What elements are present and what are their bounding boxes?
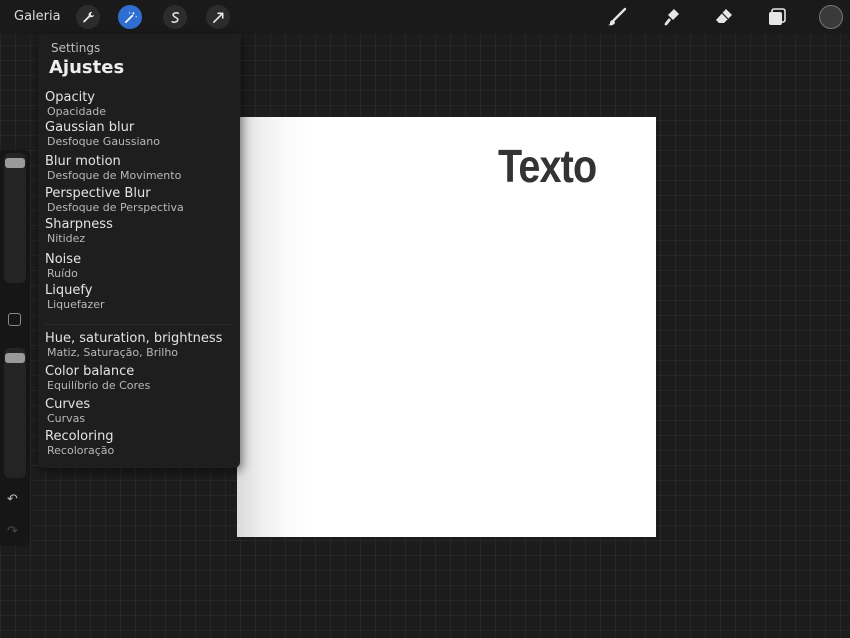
brush-icon[interactable] xyxy=(606,6,628,28)
layers-icon[interactable] xyxy=(766,6,788,28)
item-subtitle: Matiz, Saturação, Brilho xyxy=(47,346,179,359)
top-toolbar: Galeria xyxy=(0,0,850,34)
item-title: Curves xyxy=(45,397,91,412)
item-title: Opacity xyxy=(45,90,96,105)
brush-size-slider[interactable] xyxy=(4,153,26,283)
item-title: Blur motion xyxy=(45,154,121,169)
item-subtitle: Opacidade xyxy=(47,105,106,118)
brush-size-slider-thumb[interactable] xyxy=(5,158,25,168)
item-subtitle: Curvas xyxy=(47,412,86,425)
panel-divider xyxy=(45,324,233,325)
undo-icon[interactable]: ↶ xyxy=(7,492,18,507)
adjustments-panel: Settings Ajustes Opacity Opacidade Gauss… xyxy=(38,34,240,468)
panel-subtitle: Settings xyxy=(51,41,101,55)
item-subtitle: Equilíbrio de Cores xyxy=(47,379,151,392)
modify-button[interactable] xyxy=(8,313,21,326)
item-subtitle: Desfoque de Movimento xyxy=(47,169,182,182)
adjustment-blur-motion[interactable]: Blur motion Desfoque de Movimento xyxy=(45,154,182,183)
canvas-text-layer: Texto xyxy=(498,140,597,192)
item-title: Hue, saturation, brightness xyxy=(45,331,223,346)
item-title: Noise xyxy=(45,252,82,267)
canvas[interactable]: Texto xyxy=(237,117,656,537)
item-subtitle: Ruído xyxy=(47,267,78,280)
selection-icon xyxy=(170,11,179,23)
actions-wrench-button[interactable] xyxy=(76,5,100,29)
item-title: Color balance xyxy=(45,364,135,379)
smudge-icon[interactable] xyxy=(661,6,683,28)
item-title: Recoloring xyxy=(45,429,114,444)
item-subtitle: Nitidez xyxy=(47,232,86,245)
item-title: Sharpness xyxy=(45,217,113,232)
adjustment-sharpness[interactable]: Sharpness Nitidez xyxy=(45,217,113,246)
item-subtitle: Desfoque de Perspectiva xyxy=(47,201,184,214)
gallery-button[interactable]: Galeria xyxy=(14,9,61,24)
opacity-slider-thumb[interactable] xyxy=(5,353,25,363)
item-subtitle: Desfoque Gaussiano xyxy=(47,135,160,148)
item-title: Perspective Blur xyxy=(45,186,151,201)
item-subtitle: Recoloração xyxy=(47,444,115,457)
adjustment-opacity[interactable]: Opacity Opacidade xyxy=(45,90,106,119)
wrench-icon xyxy=(82,11,94,22)
transform-button[interactable] xyxy=(206,5,230,29)
color-swatch[interactable] xyxy=(819,5,843,29)
adjustment-hue-saturation-brightness[interactable]: Hue, saturation, brightness Matiz, Satur… xyxy=(45,331,223,360)
adjustment-gaussian-blur[interactable]: Gaussian blur Desfoque Gaussiano xyxy=(45,120,160,149)
adjustment-curves[interactable]: Curves Curvas xyxy=(45,397,91,426)
item-title: Liquefy xyxy=(45,283,93,298)
panel-title: Ajustes xyxy=(49,57,125,78)
adjustment-color-balance[interactable]: Color balance Equilíbrio de Cores xyxy=(45,364,151,393)
adjustment-liquefy[interactable]: Liquefy Liquefazer xyxy=(45,283,105,312)
item-title: Gaussian blur xyxy=(45,120,135,135)
adjustment-noise[interactable]: Noise Ruído xyxy=(45,252,82,281)
opacity-slider[interactable] xyxy=(4,348,26,478)
adjustment-perspective-blur[interactable]: Perspective Blur Desfoque de Perspectiva xyxy=(45,186,184,215)
transform-arrow-icon xyxy=(212,11,224,23)
eraser-icon[interactable] xyxy=(713,6,735,28)
adjustments-button[interactable] xyxy=(118,5,142,29)
magic-wand-icon xyxy=(124,10,137,23)
adjustment-recoloring[interactable]: Recoloring Recoloração xyxy=(45,429,115,458)
redo-icon[interactable]: ↷ xyxy=(7,524,18,539)
selection-button[interactable] xyxy=(163,5,187,29)
side-bar: ↶ ↷ xyxy=(0,150,30,546)
item-subtitle: Liquefazer xyxy=(47,298,105,311)
